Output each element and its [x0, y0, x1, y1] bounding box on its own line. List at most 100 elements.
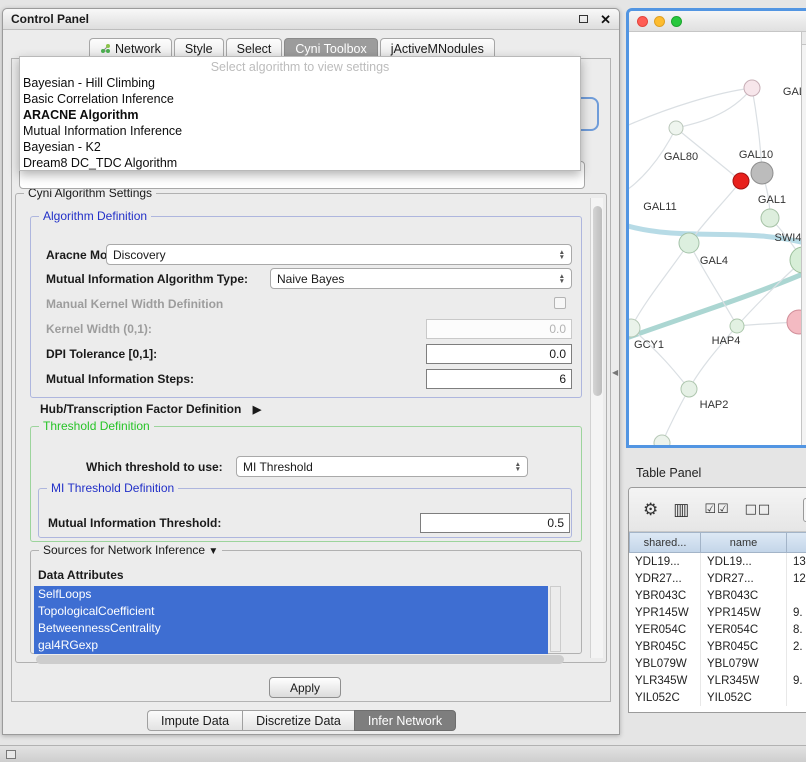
table-cell[interactable]: 9.	[787, 604, 806, 621]
table-cell[interactable]: 2.	[787, 638, 806, 655]
deselect-all-columns-icon[interactable]: □□	[745, 502, 772, 517]
algorithm-option[interactable]: Mutual Information Inference	[20, 123, 580, 139]
sources-legend[interactable]: Sources for Network Inference ▼	[39, 543, 222, 557]
columns-icon[interactable]: ▥	[673, 500, 689, 520]
table-cell[interactable]: 12	[787, 570, 806, 587]
data-attribute-item[interactable]: gal4RGexp	[34, 637, 548, 654]
algorithm-option[interactable]: Dream8 DC_TDC Algorithm	[20, 155, 580, 171]
network-node[interactable]	[681, 381, 697, 397]
mi-algorithm-type-combobox[interactable]: Naive Bayes ▲▼	[270, 268, 572, 289]
collapse-arrow-icon[interactable]: ▶	[253, 404, 261, 416]
panel-splitter-arrow-icon[interactable]: ◀	[612, 368, 618, 377]
table-row[interactable]: YDL19...YDL19...13	[629, 553, 806, 570]
table-cell[interactable]: YER054C	[629, 621, 701, 638]
tab-infer-network[interactable]: Infer Network	[354, 710, 456, 731]
network-node[interactable]	[669, 121, 683, 135]
network-scrollbar[interactable]	[801, 32, 806, 445]
column-header-shared[interactable]: shared...	[629, 532, 701, 553]
table-cell[interactable]: YBR043C	[629, 587, 701, 604]
select-all-columns-icon[interactable]: ☑☑	[704, 502, 729, 517]
algorithm-option[interactable]: ARACNE Algorithm	[20, 107, 580, 123]
table-cell[interactable]: YDR27...	[629, 570, 701, 587]
table-cell[interactable]: 8.	[787, 621, 806, 638]
table-cell[interactable]: 9.	[787, 672, 806, 689]
tab-discretize-data[interactable]: Discretize Data	[242, 710, 354, 731]
network-node[interactable]	[761, 209, 779, 227]
network-edge[interactable]	[629, 267, 806, 340]
close-icon[interactable]: ✕	[600, 13, 611, 26]
data-attribute-item[interactable]: SelfLoops	[34, 586, 548, 603]
table-cell[interactable]: YLR345W	[629, 672, 701, 689]
table-row[interactable]: YER054CYER054C8.	[629, 621, 806, 638]
algorithm-option[interactable]: Bayesian - Hill Climbing	[20, 75, 580, 91]
table-row[interactable]: YBR043CYBR043C	[629, 587, 806, 604]
zoom-traffic-light-icon[interactable]	[671, 16, 682, 27]
network-edge[interactable]	[629, 88, 752, 127]
table-cell[interactable]: 13	[787, 553, 806, 570]
table-cell[interactable]	[787, 689, 806, 706]
settings-horizontal-scrollbar[interactable]	[36, 655, 564, 664]
network-node[interactable]	[679, 233, 699, 253]
network-edge[interactable]	[662, 389, 689, 443]
attributes-list-scrollbar[interactable]	[550, 586, 561, 652]
data-attribute-item[interactable]: BetweennessCentrality	[34, 620, 548, 637]
table-cell[interactable]	[787, 587, 806, 604]
network-node[interactable]	[730, 319, 744, 333]
apply-button[interactable]: Apply	[269, 677, 341, 698]
table-cell[interactable]: YDL19...	[701, 553, 787, 570]
close-traffic-light-icon[interactable]	[637, 16, 648, 27]
table-cell[interactable]: YDL19...	[629, 553, 701, 570]
aracne-mode-combobox[interactable]: Discovery ▲▼	[106, 244, 572, 265]
network-window-titlebar[interactable]	[629, 11, 806, 32]
table-cell[interactable]: YBR043C	[701, 587, 787, 604]
network-node[interactable]	[654, 435, 670, 448]
table-row[interactable]: YBR045CYBR045C2.	[629, 638, 806, 655]
table-cell[interactable]: YIL052C	[701, 689, 787, 706]
network-node[interactable]	[733, 173, 749, 189]
network-view-window[interactable]: GAL7GAL80GAL10GAL11GAL1SWI4GAL4GCY1HAP4H…	[626, 8, 806, 448]
network-node[interactable]	[744, 80, 760, 96]
table-cell[interactable]	[787, 655, 806, 672]
float-window-icon[interactable]	[579, 15, 588, 23]
table-cell[interactable]: YIL052C	[629, 689, 701, 706]
network-edge[interactable]	[676, 88, 752, 128]
algorithm-option[interactable]: Bayesian - K2	[20, 139, 580, 155]
expand-arrow-icon[interactable]: ▼	[208, 546, 218, 557]
which-threshold-combobox[interactable]: MI Threshold ▲▼	[236, 456, 528, 477]
table-cell[interactable]: YPR145W	[629, 604, 701, 621]
table-cell[interactable]: YBR045C	[701, 638, 787, 655]
data-attribute-item[interactable]: TopologicalCoefficient	[34, 603, 548, 620]
data-attributes-list[interactable]: SelfLoopsTopologicalCoefficientBetweenne…	[34, 586, 548, 654]
control-panel-titlebar[interactable]: Control Panel ✕	[3, 9, 619, 30]
network-node[interactable]	[751, 162, 773, 184]
table-row[interactable]: YIL052CYIL052C	[629, 689, 806, 706]
mi-threshold-field[interactable]: 0.5	[420, 513, 570, 533]
manual-kernel-checkbox[interactable]	[554, 297, 566, 309]
settings-scrollbar[interactable]	[590, 198, 603, 658]
settings-scrollbar-thumb[interactable]	[593, 206, 602, 396]
network-edge[interactable]	[631, 328, 689, 389]
network-scrollbar-button[interactable]	[802, 32, 806, 45]
network-edge[interactable]	[631, 243, 689, 328]
table-row[interactable]: YBL079WYBL079W	[629, 655, 806, 672]
table-row[interactable]: YDR27...YDR27...12	[629, 570, 806, 587]
gear-icon[interactable]: ⚙	[643, 500, 658, 520]
column-header-name[interactable]: name	[701, 532, 787, 553]
table-cell[interactable]: YBR045C	[629, 638, 701, 655]
kernel-width-field[interactable]: 0.0	[426, 319, 572, 339]
network-canvas[interactable]: GAL7GAL80GAL10GAL11GAL1SWI4GAL4GCY1HAP4H…	[629, 32, 806, 445]
algorithm-option[interactable]: Basic Correlation Inference	[20, 91, 580, 107]
table-cell[interactable]: YPR145W	[701, 604, 787, 621]
hub-section-toggle[interactable]: Hub/Transcription Factor Definition ▶	[40, 402, 261, 416]
panel-toggle-icon[interactable]	[6, 750, 16, 759]
table-cell[interactable]: YBL079W	[701, 655, 787, 672]
dpi-tolerance-field[interactable]: 0.0	[426, 344, 572, 364]
table-row[interactable]: YPR145WYPR145W9.	[629, 604, 806, 621]
minimize-traffic-light-icon[interactable]	[654, 16, 665, 27]
mi-steps-field[interactable]: 6	[426, 369, 572, 389]
table-cell[interactable]: YER054C	[701, 621, 787, 638]
table-cell[interactable]: YDR27...	[701, 570, 787, 587]
table-cell[interactable]: YLR345W	[701, 672, 787, 689]
column-header-partial[interactable]	[787, 532, 806, 553]
table-cell[interactable]: YBL079W	[629, 655, 701, 672]
